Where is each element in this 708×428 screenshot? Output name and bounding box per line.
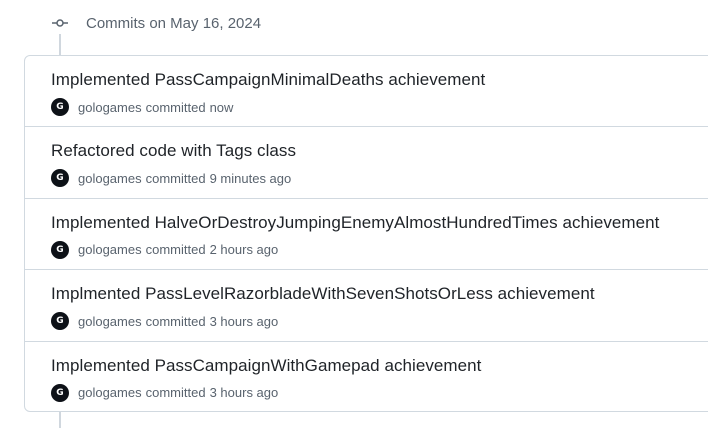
commit-title-link[interactable]: Implmented PassLevelRazorbladeWithSevenS… xyxy=(51,283,708,305)
commit-row: Implemented HalveOrDestroyJumpingEnemyAl… xyxy=(25,199,708,271)
commit-time: 3 hours ago xyxy=(209,385,279,401)
avatar[interactable]: G xyxy=(51,240,69,259)
commit-time: 3 hours ago xyxy=(209,313,279,329)
commit-title-link[interactable]: Implemented PassCampaignWithGamepad achi… xyxy=(51,355,708,377)
commit-action: committed xyxy=(145,313,206,329)
commit-author-link[interactable]: gologames xyxy=(78,100,142,115)
commit-meta: G gologames committed 3 hours ago xyxy=(51,383,708,402)
commit-row: Implmented PassLevelRazorbladeWithSevenS… xyxy=(25,270,708,342)
commit-author-link[interactable]: gologames xyxy=(78,314,142,329)
avatar[interactable]: G xyxy=(51,383,69,402)
commit-author-link[interactable]: gologames xyxy=(78,385,142,400)
commit-title-link[interactable]: Refactored code with Tags class xyxy=(51,140,708,162)
commit-author-link[interactable]: gologames xyxy=(78,242,142,257)
commit-row: Implemented PassCampaignWithGamepad achi… xyxy=(25,342,708,413)
git-commit-icon xyxy=(52,15,68,31)
commit-title-link[interactable]: Implemented PassCampaignMinimalDeaths ac… xyxy=(51,69,708,91)
commit-row: Implemented PassCampaignMinimalDeaths ac… xyxy=(25,56,708,128)
commit-time: 9 minutes ago xyxy=(209,170,292,186)
commit-time: now xyxy=(209,99,234,115)
commit-group-title: Commits on May 16, 2024 xyxy=(86,14,262,32)
avatar[interactable]: G xyxy=(51,169,69,188)
commit-action: committed xyxy=(145,242,206,258)
commit-action: committed xyxy=(145,99,206,115)
commit-time: 2 hours ago xyxy=(209,242,279,258)
avatar[interactable]: G xyxy=(51,98,69,116)
commit-meta: G gologames committed now xyxy=(51,98,708,116)
commit-row: Refactored code with Tags class G gologa… xyxy=(25,127,708,199)
commit-timeline: Commits on May 16, 2024 Implemented Pass… xyxy=(0,0,708,428)
commit-action: committed xyxy=(145,170,206,186)
commit-action: committed xyxy=(145,385,206,401)
commit-meta: G gologames committed 3 hours ago xyxy=(51,312,708,331)
commit-meta: G gologames committed 2 hours ago xyxy=(51,240,708,259)
commit-group-header: Commits on May 16, 2024 xyxy=(52,12,262,34)
avatar[interactable]: G xyxy=(51,312,69,331)
commit-list: Implemented PassCampaignMinimalDeaths ac… xyxy=(24,55,708,412)
commit-author-link[interactable]: gologames xyxy=(78,171,142,186)
commit-title-link[interactable]: Implemented HalveOrDestroyJumpingEnemyAl… xyxy=(51,212,708,234)
commit-meta: G gologames committed 9 minutes ago xyxy=(51,169,708,188)
